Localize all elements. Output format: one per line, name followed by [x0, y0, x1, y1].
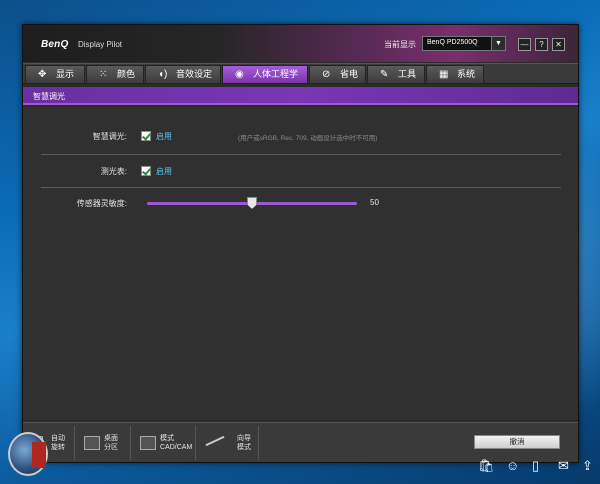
share-icon[interactable]: ⇪ — [582, 458, 593, 474]
light-meter-checkbox[interactable] — [141, 166, 151, 176]
speaker-icon: ◖) — [158, 69, 168, 80]
monitor-select[interactable]: BenQ PD2500Q ▼ — [422, 36, 506, 51]
smart-dimming-checkbox[interactable] — [141, 131, 151, 141]
help-button[interactable]: ? — [535, 38, 548, 51]
tab-color[interactable]: ⁙ 颜色 — [86, 65, 144, 84]
tab-power-saving[interactable]: ⊘ 省电 — [309, 65, 366, 84]
leaf-icon: ⊘ — [322, 69, 331, 80]
person-icon[interactable]: ☺ — [506, 458, 519, 473]
wrench-icon: ✎ — [380, 69, 389, 80]
app-title: Display Pilot — [78, 40, 123, 49]
cad-icon — [140, 436, 156, 450]
tab-label: 显示 — [56, 69, 75, 79]
section-header: 智慧调光 — [23, 87, 578, 105]
title-bar: BenQ Display Pilot 当前显示 BenQ PD2500Q ▼ —… — [23, 25, 578, 62]
tab-label: 系统 — [457, 69, 476, 79]
tab-system[interactable]: ▦ 系统 — [426, 65, 484, 84]
display-icon: ✥ — [38, 69, 47, 80]
smart-dimming-hint: (用户或sRGB, Rec. 709, 动画设计选中时不可用) — [238, 135, 378, 142]
tab-label: 工具 — [398, 69, 417, 79]
bottom-label: 向导 模式 — [237, 435, 251, 451]
sensor-sensitivity-value: 50 — [370, 198, 379, 207]
smart-dimming-label: 智慧调光: — [92, 132, 127, 141]
store-icon[interactable]: 🛍 — [478, 458, 495, 474]
partition-icon — [84, 436, 100, 450]
bookmark-icon[interactable]: ▯ — [532, 458, 539, 474]
chevron-down-icon: ▼ — [491, 37, 505, 50]
tab-display[interactable]: ✥ 显示 — [25, 65, 85, 84]
wand-icon — [205, 435, 225, 447]
tab-label: 颜色 — [117, 69, 136, 79]
minimize-button[interactable]: — — [518, 38, 531, 51]
smart-dimming-enable-label[interactable]: 启用 — [156, 131, 172, 142]
tab-bar: ✥ 显示 ⁙ 颜色 ◖) 音效设定 ◉ 人体工程学 ⊘ 省电 ✎ 工具 ▦ 系统 — [23, 63, 578, 84]
color-icon: ⁙ — [99, 69, 108, 80]
system-icon: ▦ — [439, 69, 449, 80]
light-meter-enable-label[interactable]: 启用 — [156, 166, 172, 177]
chat-icon[interactable]: ✉ — [558, 458, 569, 474]
tab-tools[interactable]: ✎ 工具 — [367, 65, 425, 84]
light-meter-label: 测光表: — [100, 167, 127, 176]
eye-icon: ◉ — [235, 69, 244, 80]
cancel-button[interactable]: 撤消 — [474, 435, 560, 449]
divider — [41, 187, 561, 188]
sensor-sensitivity-label: 传感器灵敏度: — [76, 199, 127, 208]
tab-label: 省电 — [340, 69, 359, 79]
tab-label: 人体工程学 — [253, 69, 299, 79]
tab-audio[interactable]: ◖) 音效设定 — [145, 65, 221, 84]
close-button[interactable]: ✕ — [552, 38, 565, 51]
benq-logo: BenQ — [41, 39, 69, 50]
bottom-label: 模式 CAD/CAM — [160, 435, 193, 451]
divider — [41, 154, 561, 155]
current-display-label: 当前显示 — [384, 40, 416, 49]
section-title: 智慧调光 — [33, 92, 65, 101]
tab-label: 音效设定 — [176, 69, 213, 79]
monitor-select-value: BenQ PD2500Q — [427, 39, 478, 46]
tab-ergonomics[interactable]: ◉ 人体工程学 — [222, 65, 308, 84]
display-pilot-window: BenQ Display Pilot 当前显示 BenQ PD2500Q ▼ —… — [22, 24, 579, 463]
